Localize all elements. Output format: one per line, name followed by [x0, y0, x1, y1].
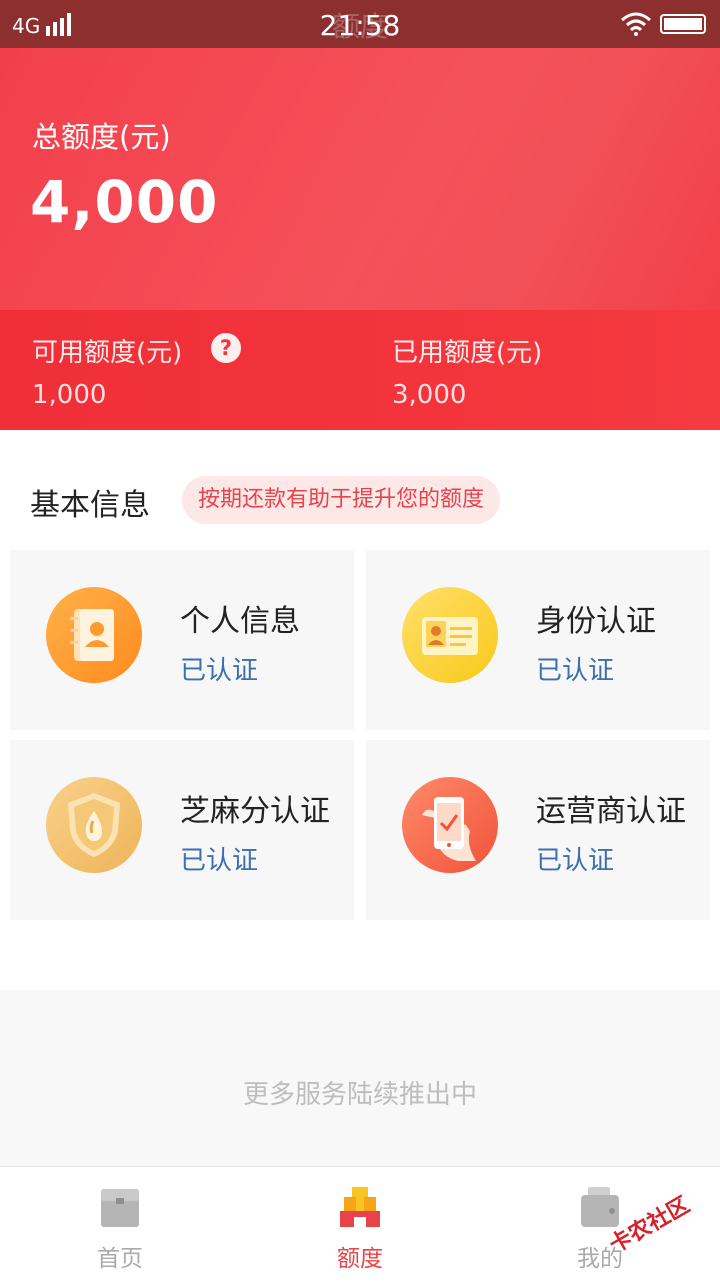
tab-home[interactable]: 首页 [0, 1167, 240, 1281]
tab-quota[interactable]: 额度 [240, 1167, 480, 1281]
contacts-book-icon [46, 587, 142, 683]
available-quota-label: 可用额度(元) [32, 338, 183, 368]
home-chest-icon [101, 1189, 139, 1227]
status-bar: 4G 额度 21:58 [0, 0, 720, 48]
repayment-tip-badge: 按期还款有助于提升您的额度 [182, 476, 501, 524]
wifi-icon [621, 12, 651, 36]
basic-info-title: 基本信息 [30, 488, 150, 523]
more-services-text: 更多服务陆续推出中 [242, 1080, 477, 1110]
personal-info-card[interactable]: 个人信息 已认证 [10, 550, 354, 730]
card-title: 个人信息 [180, 604, 300, 639]
phone-check-icon [402, 777, 498, 873]
quota-bars-icon [340, 1187, 380, 1227]
used-quota-label: 已用额度(元) [392, 338, 543, 368]
used-quota-value: 3,000 [392, 380, 467, 410]
sesame-score-card[interactable]: 芝麻分认证 已认证 [10, 740, 354, 920]
tab-label: 首页 [97, 1246, 143, 1272]
question-circle-icon[interactable]: ? [210, 332, 242, 364]
card-status: 已认证 [536, 656, 615, 686]
card-status: 已认证 [180, 656, 259, 686]
total-quota-value: 4,000 [30, 168, 219, 236]
card-title: 运营商认证 [536, 794, 686, 829]
shield-drop-icon [46, 777, 142, 873]
identity-verification-card[interactable]: 身份认证 已认证 [366, 550, 710, 730]
tab-label: 额度 [337, 1246, 383, 1272]
svg-text:?: ? [220, 336, 232, 360]
quota-hero: 总额度(元) 4,000 可用额度(元) ? 1,000 已用额度(元) 3,0… [0, 48, 720, 430]
clock: 21:58 [319, 9, 401, 42]
available-quota-value: 1,000 [32, 380, 107, 410]
card-title: 芝麻分认证 [180, 794, 330, 829]
card-status: 已认证 [536, 846, 615, 876]
carrier-verification-card[interactable]: 运营商认证 已认证 [366, 740, 710, 920]
wallet-icon [581, 1187, 619, 1227]
total-quota-label: 总额度(元) [32, 120, 171, 154]
card-status: 已认证 [180, 846, 259, 876]
more-services-area: 更多服务陆续推出中 [0, 990, 720, 1166]
bottom-tab-bar: 首页 额度 我的 [0, 1166, 720, 1281]
id-card-icon [402, 587, 498, 683]
battery-icon [660, 14, 706, 34]
card-title: 身份认证 [536, 604, 656, 639]
hero-summary-band [0, 310, 720, 430]
